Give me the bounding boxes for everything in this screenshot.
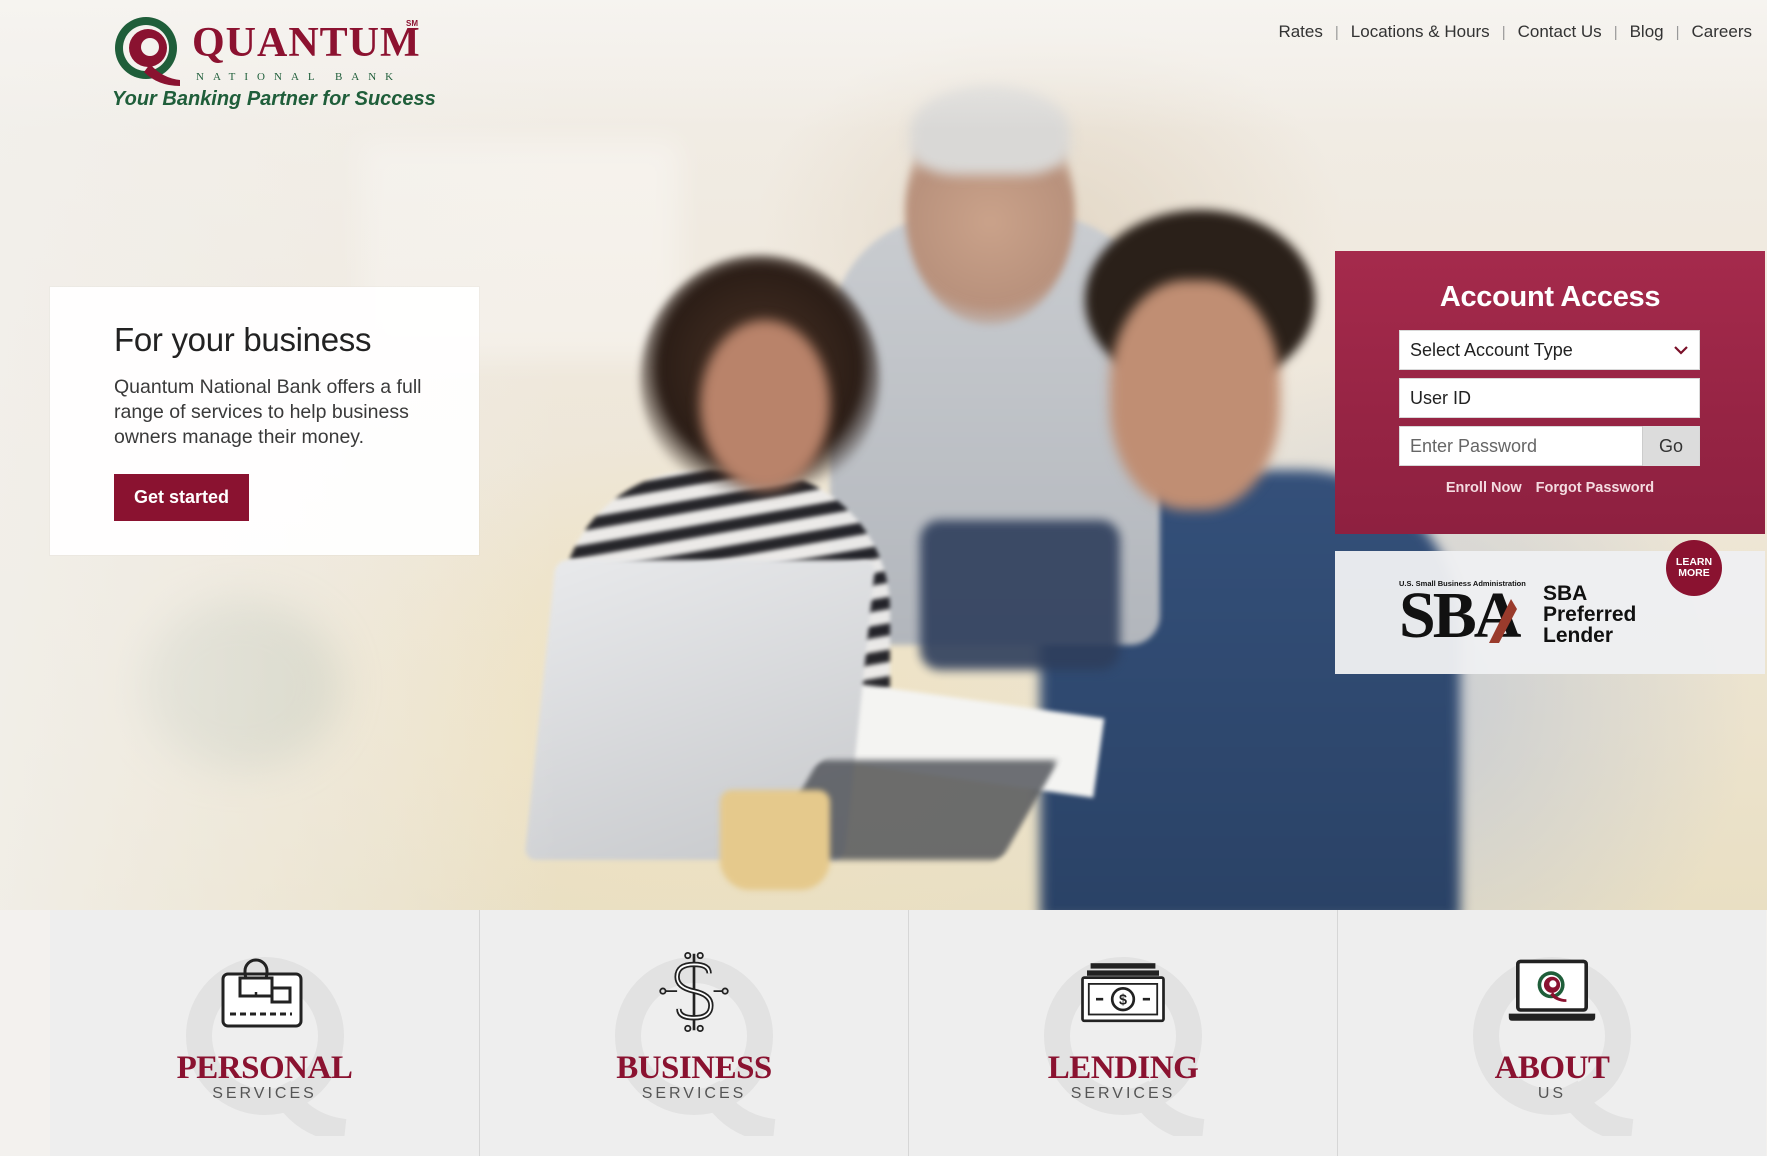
cash-stack-icon: $ — [1081, 963, 1165, 1023]
tile-title: LENDING — [1047, 1050, 1199, 1086]
sba-line2: Preferred — [1543, 603, 1637, 626]
svg-text:$: $ — [1119, 993, 1127, 1009]
forgot-password-link[interactable]: Forgot Password — [1536, 480, 1654, 496]
account-access-panel: Account Access Select Account Type Go En… — [1335, 251, 1765, 534]
top-navigation: Rates | Locations & Hours | Contact Us |… — [1266, 22, 1764, 42]
business-promo-card: For your business Quantum National Bank … — [50, 287, 479, 555]
bank-logo[interactable]: QUANTUM SM NATIONAL BANK Your Banking Pa… — [110, 14, 436, 114]
learn-more-badge[interactable]: LEARN MORE — [1666, 540, 1722, 596]
quantum-q-icon — [115, 17, 180, 86]
sba-right-text: SBA Preferred Lender — [1543, 583, 1636, 646]
sba-logo: U.S. Small Business Administration SBA S… — [1399, 579, 1659, 659]
tile-title: ABOUT — [1494, 1050, 1610, 1086]
brand-tagline: Your Banking Partner for Success — [112, 88, 436, 110]
nav-careers[interactable]: Careers — [1680, 22, 1764, 42]
credit-card-lock-icon — [221, 958, 302, 1028]
enroll-now-link[interactable]: Enroll Now — [1446, 480, 1522, 496]
tile-title: PERSONAL — [176, 1050, 353, 1086]
user-id-field[interactable] — [1399, 378, 1700, 418]
access-links: Enroll Now Forgot Password — [1399, 480, 1701, 496]
nav-contact-us[interactable]: Contact Us — [1506, 22, 1614, 42]
tile-personal-services[interactable]: PERSONAL SERVICES — [50, 910, 479, 1156]
tile-lending-services[interactable]: $ LENDING SERVICES — [908, 910, 1337, 1156]
tile-subtitle: US — [1537, 1085, 1567, 1102]
password-field[interactable]: Go — [1399, 426, 1700, 466]
chevron-down-icon — [1663, 330, 1699, 370]
tile-subtitle: SERVICES — [641, 1085, 747, 1102]
user-id-input[interactable] — [1400, 379, 1699, 417]
sba-accent-icon — [1489, 599, 1517, 643]
laptop-logo-icon — [1508, 959, 1596, 1021]
account-type-value: Select Account Type — [1410, 339, 1573, 360]
sba-line1: SBA — [1543, 582, 1588, 605]
sba-line3: Lender — [1543, 624, 1614, 647]
brand-subtitle: NATIONAL BANK — [196, 71, 403, 83]
tile-subtitle: SERVICES — [1070, 1085, 1176, 1102]
nav-blog[interactable]: Blog — [1618, 22, 1676, 42]
get-started-button[interactable]: Get started — [114, 474, 250, 521]
nav-locations-hours[interactable]: Locations & Hours — [1339, 22, 1502, 42]
dollar-circuit-icon — [659, 952, 729, 1032]
nav-rates[interactable]: Rates — [1266, 22, 1334, 42]
service-tiles: PERSONAL SERVICES BUSINESS SERVICES $ LE… — [50, 910, 1767, 1156]
password-input[interactable] — [1400, 427, 1642, 465]
account-access-title: Account Access — [1439, 281, 1661, 313]
promo-text: Quantum National Bank offers a full rang… — [114, 376, 422, 448]
account-type-select[interactable]: Select Account Type — [1399, 330, 1700, 370]
brand-name: QUANTUM — [192, 20, 421, 66]
tile-subtitle: SERVICES — [212, 1085, 317, 1102]
promo-title: For your business — [114, 321, 372, 358]
go-button[interactable]: Go — [1642, 426, 1699, 466]
tile-title: BUSINESS — [616, 1050, 772, 1086]
brand-tm: SM — [406, 19, 418, 28]
tile-about-us[interactable]: ABOUT US — [1337, 910, 1766, 1156]
tile-business-services[interactable]: BUSINESS SERVICES — [479, 910, 908, 1156]
